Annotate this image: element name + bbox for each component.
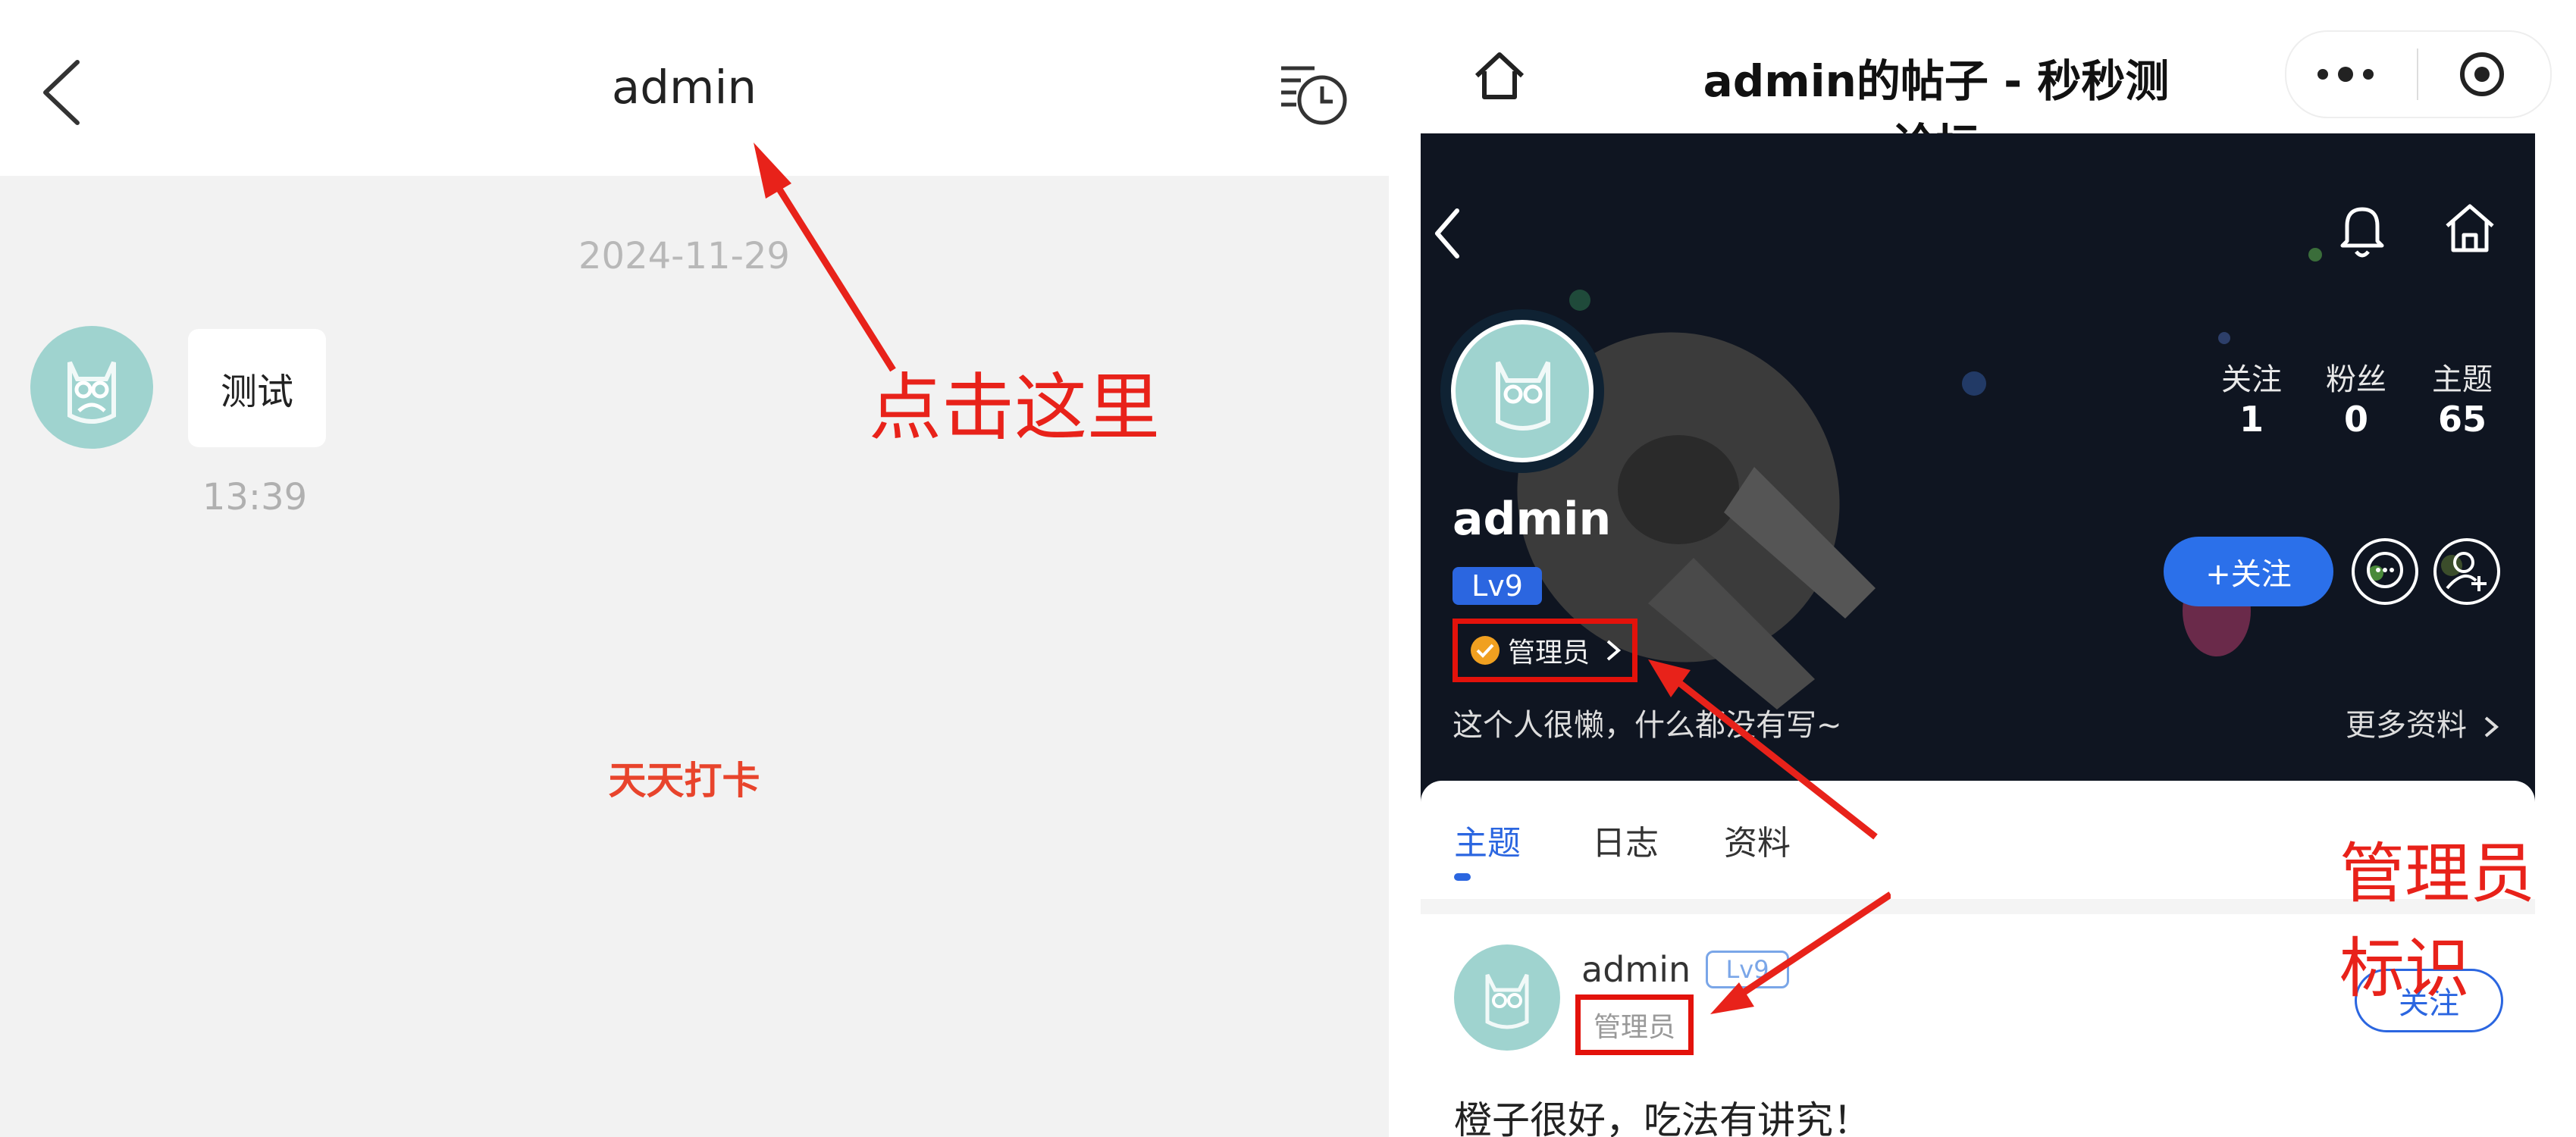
chat-bubble-icon	[2367, 552, 2403, 588]
message-text: 测试	[220, 371, 293, 413]
message-bubble[interactable]: 测试	[188, 329, 326, 447]
message-time: 13:39	[202, 476, 308, 518]
annotation-label: 管理员标识	[2339, 836, 2535, 1007]
capsule-divider	[2417, 49, 2418, 100]
chat-date: 2024-11-29	[578, 235, 790, 277]
more-info-link[interactable]: 更多资料	[2346, 700, 2502, 744]
chat-pane: admin 2024-11-29 测试 13:39 天天打卡 点击这里	[0, 0, 1389, 1137]
owl-avatar-icon	[67, 361, 116, 424]
stat-following-value[interactable]: 1	[2206, 399, 2297, 440]
chevron-right-icon	[2484, 716, 2499, 738]
add-user-icon	[2446, 552, 2487, 591]
stat-topics-value[interactable]: 65	[2417, 399, 2508, 440]
checkin-link[interactable]: 天天打卡	[0, 750, 1368, 805]
profile-username: admin	[1453, 493, 1612, 546]
annotation-arrows-icon	[1648, 659, 1891, 1014]
profile-pane: admin的帖子 - 秒秒测论坛	[1421, 0, 2576, 1137]
bell-icon[interactable]	[2335, 200, 2390, 264]
chat-title[interactable]: admin	[0, 61, 1368, 114]
stat-fans-value[interactable]: 0	[2311, 399, 2402, 440]
more-info-label: 更多资料	[2346, 708, 2467, 743]
stat-following-label: 关注	[2221, 362, 2282, 397]
message-button[interactable]	[2352, 538, 2418, 605]
miniprogram-capsule	[2285, 30, 2552, 118]
follow-button[interactable]: +关注	[2164, 537, 2333, 606]
owl-avatar-icon	[1496, 361, 1550, 431]
post-text[interactable]: 橙子很好，吃法有讲究！	[1454, 1090, 1871, 1137]
avatar[interactable]	[30, 326, 153, 449]
home-icon[interactable]	[2441, 200, 2499, 258]
home-icon[interactable]	[1471, 49, 1528, 102]
back-chevron-icon[interactable]	[1421, 199, 1481, 267]
level-badge: Lv9	[1453, 567, 1542, 605]
annotation-arrow-icon	[754, 143, 896, 372]
annotation-label: 点击这里	[869, 365, 1160, 450]
add-friend-button[interactable]	[2433, 538, 2500, 605]
more-dots-icon[interactable]	[2314, 61, 2377, 88]
stat-topics-label: 主题	[2432, 362, 2493, 397]
stat-fans-label: 粉丝	[2326, 362, 2386, 397]
history-clock-icon[interactable]	[1278, 61, 1351, 129]
avatar[interactable]	[1451, 320, 1594, 462]
close-target-icon[interactable]	[2458, 50, 2506, 99]
